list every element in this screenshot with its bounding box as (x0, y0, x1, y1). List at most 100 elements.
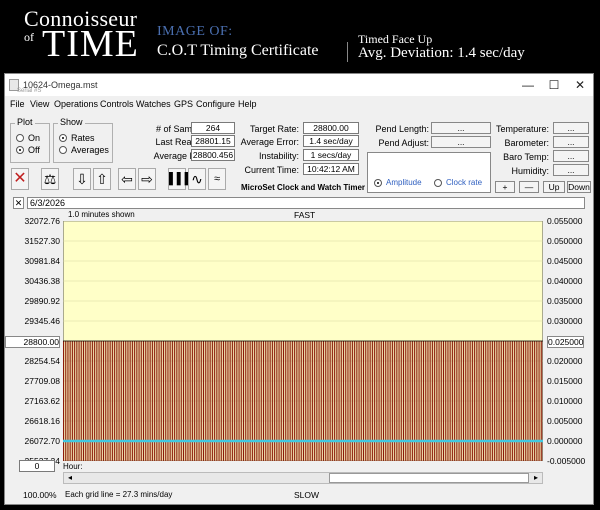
rate-bar (195, 340, 197, 461)
rate-bar (263, 340, 264, 461)
rate-bar (255, 340, 257, 461)
barometer-button[interactable]: ... (553, 136, 589, 148)
rate-bar (279, 340, 281, 461)
rate-bar (344, 340, 346, 461)
rate-bar (321, 340, 323, 461)
left-tick-label: 26072.70 (24, 436, 60, 446)
horizontal-scrollbar[interactable]: ◂ ▸ (63, 472, 543, 484)
menu-configure[interactable]: Configure (196, 99, 235, 109)
plot-on-radio[interactable] (16, 134, 24, 142)
hour-field[interactable]: 0 (19, 460, 55, 472)
rate-bar (228, 340, 230, 461)
rate-bar (208, 340, 210, 461)
target-rate-label: Target Rate: (249, 124, 299, 134)
arrow-up-icon[interactable]: ⇧ (93, 168, 111, 190)
rate-bar (372, 340, 374, 461)
rate-bar (537, 340, 539, 461)
rate-bar (97, 340, 99, 461)
baro-temp-button[interactable]: ... (553, 150, 589, 162)
rate-bar (535, 340, 537, 461)
rate-bar (448, 340, 450, 461)
date-field[interactable]: 6/3/2026 (27, 197, 585, 209)
plus-button[interactable]: + (495, 181, 515, 193)
rate-bar (261, 340, 263, 461)
balance-icon[interactable]: ⚖ (41, 168, 59, 190)
menu-controls[interactable]: Controls (100, 99, 134, 109)
pend-adjust-button[interactable]: ... (431, 136, 491, 148)
rate-bar (124, 340, 126, 461)
arrow-down-icon[interactable]: ⇩ (73, 168, 91, 190)
up-button[interactable]: Up (543, 181, 565, 193)
rate-bar (426, 340, 428, 461)
menu-operations[interactable]: Operations (54, 99, 98, 109)
rate-bar (499, 340, 501, 461)
rate-bar (446, 340, 448, 461)
maximize-button[interactable]: ☐ (541, 76, 567, 94)
rate-bar (246, 340, 248, 461)
rate-bar (508, 340, 510, 461)
rate-bar (166, 340, 168, 461)
rate-bar (99, 340, 101, 461)
rate-bar (421, 340, 423, 461)
plot-off-radio[interactable] (16, 146, 24, 154)
minus-button[interactable]: — (519, 181, 539, 193)
wave-icon[interactable]: ∿ (188, 168, 206, 190)
right-tick-label: 0.025000 (547, 336, 585, 348)
humidity-button[interactable]: ... (553, 164, 589, 176)
menu-view[interactable]: View (30, 99, 49, 109)
rate-bar (92, 340, 94, 461)
minimize-button[interactable]: — (515, 76, 541, 94)
rate-bar (64, 340, 66, 461)
rate-bar (243, 340, 244, 461)
rate-bar (219, 340, 221, 461)
rate-bar (350, 340, 352, 461)
amplitude-label: Amplitude (386, 178, 422, 187)
rate-bar (130, 340, 132, 461)
scroll-thumb[interactable] (329, 473, 529, 483)
rate-bar (412, 340, 414, 461)
menu-help[interactable]: Help (238, 99, 257, 109)
rate-bar (63, 340, 64, 461)
rate-bar (328, 340, 330, 461)
rate-bar (68, 340, 70, 461)
clockrate-radio[interactable] (434, 179, 442, 187)
rate-bar (452, 340, 454, 461)
pend-adjust-label: Pend Adjust: (378, 138, 429, 148)
rate-bar (417, 340, 419, 461)
date-close-button[interactable]: ✕ (13, 197, 24, 209)
arrow-right-icon[interactable]: ⇨ (138, 168, 156, 190)
rate-bar (84, 340, 86, 461)
rate-bar (393, 340, 395, 461)
rate-bar (495, 340, 497, 461)
rate-bar (193, 340, 195, 461)
menu-file[interactable]: File (10, 99, 25, 109)
bar-chart-icon[interactable]: ▌▌▌ (168, 168, 192, 190)
rate-bar (324, 340, 326, 461)
rate-bar (144, 340, 146, 461)
down-button[interactable]: Down (567, 181, 591, 193)
rate-bar (306, 340, 308, 461)
menu-gps[interactable]: GPS (174, 99, 193, 109)
rate-bar (353, 340, 355, 461)
rate-bar (215, 340, 217, 461)
scroll-right-icon[interactable]: ▸ (530, 473, 542, 483)
arrow-left-icon[interactable]: ⇦ (118, 168, 136, 190)
rate-bar (528, 340, 530, 461)
show-rates-radio[interactable] (59, 134, 67, 142)
avg-error-label: Average Error: (240, 137, 299, 147)
title-bar[interactable]: 10624-Omega.mst Serial #S — ☐ ✕ (5, 74, 593, 96)
rate-bar (390, 340, 392, 461)
rate-bar (188, 340, 190, 461)
clear-icon[interactable]: ✕ (11, 168, 29, 190)
rate-bar (541, 340, 543, 461)
rate-bar (113, 340, 115, 461)
scroll-left-icon[interactable]: ◂ (64, 473, 76, 483)
chart-area: 32072.76 31527.30 30981.84 30436.38 29890.92… (5, 210, 593, 505)
temperature-button[interactable]: ... (553, 122, 589, 134)
amplitude-radio[interactable] (374, 179, 382, 187)
close-button[interactable]: ✕ (567, 76, 593, 94)
menu-watches[interactable]: Watches (136, 99, 171, 109)
show-averages-radio[interactable] (59, 146, 67, 154)
pend-length-button[interactable]: ... (431, 122, 491, 134)
lines-icon[interactable]: ≈ (208, 168, 226, 190)
